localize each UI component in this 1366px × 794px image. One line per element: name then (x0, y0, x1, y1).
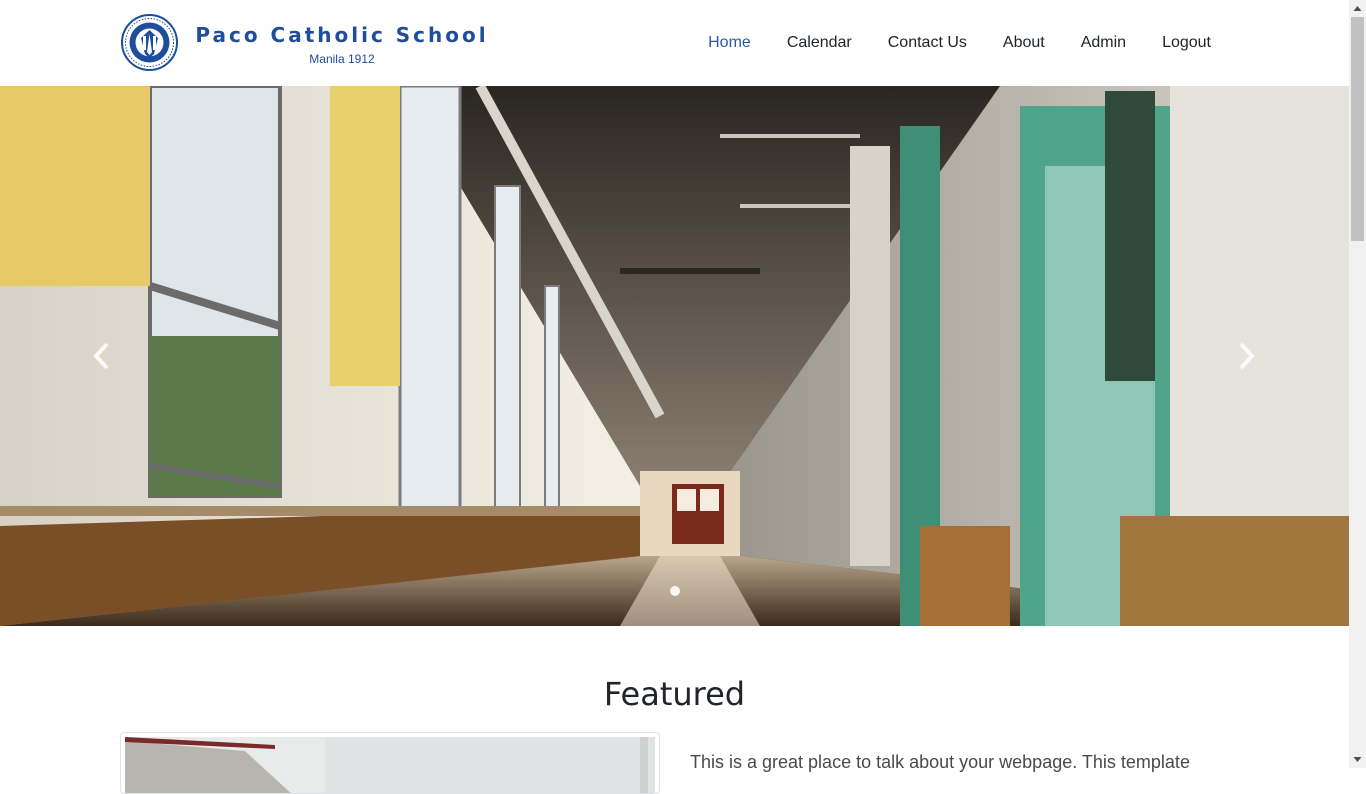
featured-image (125, 737, 655, 793)
carousel-prev-button[interactable] (81, 328, 121, 384)
nav-item-admin: Admin (1081, 31, 1126, 55)
nav-item-logout: Logout (1162, 31, 1211, 55)
nav-link-calendar[interactable]: Calendar (787, 34, 852, 51)
nav-link-contact-us[interactable]: Contact Us (888, 34, 967, 51)
nav-item-calendar: Calendar (787, 31, 852, 55)
scroll-up-arrow-icon[interactable] (1349, 0, 1366, 17)
school-logo[interactable] (121, 14, 178, 71)
brand-name[interactable]: Paco Catholic School (190, 20, 494, 50)
nav-item-contact: Contact Us (888, 31, 967, 55)
scrollbar-thumb[interactable] (1351, 17, 1364, 241)
chevron-right-icon (1239, 342, 1255, 370)
page-scrollbar[interactable] (1349, 0, 1366, 768)
carousel-next-button[interactable] (1227, 328, 1267, 384)
hallway-photo (0, 86, 1349, 626)
carousel-indicators (0, 583, 1349, 601)
chevron-left-icon (93, 342, 109, 370)
school-seal-icon (121, 14, 178, 71)
brand-subtitle: Manila 1912 (309, 52, 375, 66)
nav-item-about: About (1003, 31, 1045, 55)
featured-heading: Featured (603, 675, 746, 713)
hero-carousel (0, 86, 1349, 626)
nav-item-home: Home (708, 31, 751, 55)
brand: Paco Catholic School Manila 1912 (190, 20, 494, 68)
featured-description: This is a great place to talk about your… (690, 752, 1190, 772)
nav-link-about[interactable]: About (1003, 34, 1045, 51)
nav-link-logout[interactable]: Logout (1162, 34, 1211, 51)
nav-link-admin[interactable]: Admin (1081, 34, 1126, 51)
carousel-indicator-1[interactable] (669, 586, 680, 596)
featured-image-card (120, 732, 660, 794)
main-nav: Home Calendar Contact Us About Admin Log… (672, 31, 1211, 55)
nav-link-home[interactable]: Home (708, 34, 751, 51)
scroll-down-arrow-icon[interactable] (1349, 751, 1366, 768)
navbar: Paco Catholic School Manila 1912 Home Ca… (0, 0, 1349, 86)
